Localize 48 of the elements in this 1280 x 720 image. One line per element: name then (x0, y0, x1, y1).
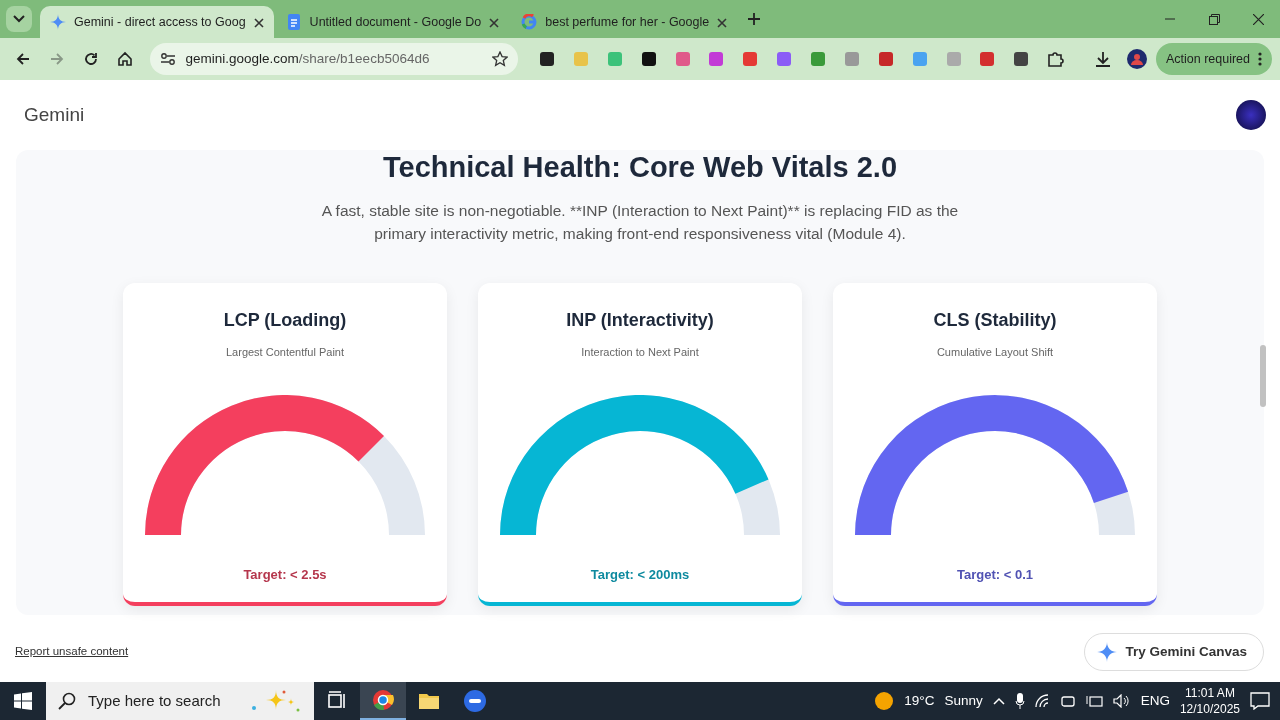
chevron-up-icon[interactable] (992, 697, 1005, 705)
address-bar[interactable]: gemini.google.com/share/b1eecb5064d6 (149, 43, 519, 75)
more-icon[interactable] (1258, 52, 1262, 66)
wifi-icon[interactable] (1034, 694, 1051, 708)
notification-icon[interactable] (1250, 692, 1270, 710)
metric-subtitle: Interaction to Next Paint (581, 345, 699, 361)
star-icon[interactable] (492, 51, 509, 67)
document-icon (285, 14, 302, 30)
metric-title: CLS (Stability) (933, 309, 1057, 333)
try-canvas-button[interactable]: Try Gemini Canvas (1084, 633, 1264, 671)
weather-text: Sunny (944, 691, 983, 710)
search-field[interactable]: Type here to search (86, 688, 236, 714)
target-text: Target: < 2.5s (243, 565, 327, 584)
battery-icon[interactable] (1084, 695, 1103, 707)
description-text: A fast, stable site is non-negotiable. **INP (Interaction to Next Paint)** is replacing FID as the primary interactivity metric, making front-end responsiveness vital (Module 4). (320, 200, 960, 245)
target-text: Target: < 0.1 (957, 565, 1033, 584)
microphone-icon[interactable] (1014, 693, 1025, 709)
browser-tab[interactable]: Gemini - direct access to Goog (40, 6, 274, 38)
google-g-icon (521, 14, 538, 30)
scrollbar-thumb[interactable] (1260, 345, 1266, 407)
clock-date[interactable]: 12/10/2025 (1179, 701, 1240, 718)
url-text: gemini.google.com/share/b1eecb5064d6 (185, 49, 431, 68)
metric-subtitle: Cumulative Layout Shift (936, 345, 1054, 361)
clock-time[interactable]: 11:01 AM (1179, 684, 1240, 701)
temperature-text: 19°C (904, 691, 935, 710)
section-heading: Technical Health: Core Web Vitals 2.0 (382, 150, 898, 185)
metric-title: LCP (Loading) (223, 309, 347, 333)
browser-tab[interactable]: best perfume for her - Google (511, 6, 738, 38)
action-required-button[interactable]: Action required (1155, 43, 1272, 75)
language-text[interactable]: ENG (1140, 690, 1170, 712)
chrome-icon[interactable] (360, 682, 406, 720)
speaker-icon[interactable] (1112, 694, 1131, 708)
metric-title: INP (Interactivity) (566, 309, 714, 333)
close-icon[interactable] (717, 15, 728, 29)
report-link[interactable]: Report unsafe content (15, 643, 129, 661)
browser-tab[interactable]: Untitled document - Google Do (275, 6, 510, 38)
sparkle-icon (50, 14, 66, 30)
target-text: Target: < 200ms (590, 565, 690, 584)
profile-avatar[interactable] (1236, 100, 1266, 130)
search-icon (58, 692, 76, 710)
site-settings-icon[interactable] (159, 51, 176, 67)
app-title: Gemini (24, 102, 85, 127)
metric-subtitle: Largest Contentful Paint (226, 345, 344, 361)
close-icon[interactable] (489, 15, 500, 29)
close-icon[interactable] (253, 15, 264, 29)
taskbar-search-box[interactable]: Type here to search (46, 682, 314, 720)
sun-icon (874, 691, 895, 711)
chevron-down-icon[interactable] (6, 6, 32, 32)
